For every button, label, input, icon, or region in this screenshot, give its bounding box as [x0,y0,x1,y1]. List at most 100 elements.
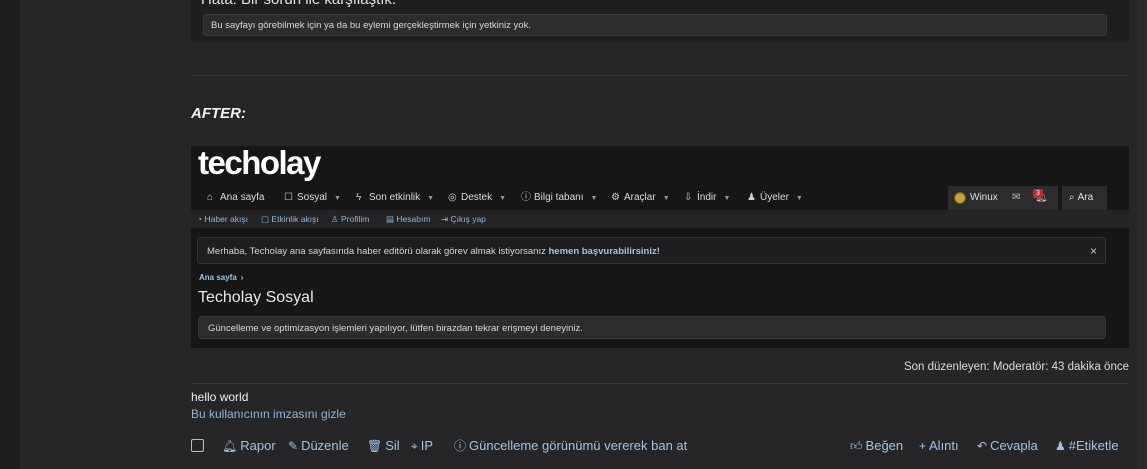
users-icon: ♟ [747,192,756,203]
search-button[interactable]: ⌕ Ara [1062,186,1107,210]
action-label: Alıntı [929,438,959,453]
chevron-down-icon[interactable]: ▼ [663,195,670,202]
nav-item-son-etkinlik[interactable]: ϟ Son etkinlik ▼ [356,186,434,210]
plus-icon: + [919,439,927,453]
page-title: Techolay Sosyal [198,289,314,306]
last-edited: Son düzenleyen: Moderatör: 43 dakika önc… [903,361,1129,373]
subnav-profilim[interactable]: ♙ Profilim [331,210,369,228]
subnav-label: Hesabım [396,214,431,224]
avatar[interactable] [954,192,966,204]
thumbs-up-icon: 👍︎ [850,439,863,453]
activity-icon: ▢ [261,214,272,224]
download-icon: ⇩ [684,192,693,203]
subnav-cikis-yap[interactable]: ⇥ Çıkış yap [441,210,486,228]
action-label: Rapor [240,438,276,453]
reply-icon: ↶ [977,439,988,453]
post-actions: 🔔︎ Rapor ✎ Düzenle 🗑︎ Sil ⌖ IP ⓘ Güncelleme g… [191,437,1129,457]
subnav-label: Çıkış yap [450,214,486,224]
warning-icon: ⓘ [454,439,467,453]
breadcrumb-home[interactable]: Ana sayfa [199,273,237,282]
nav-item-destek[interactable]: ◎ Destek ▼ [448,186,506,210]
lifebuoy-icon: ◎ [448,192,457,203]
subnav-label: Profilim [340,214,370,224]
nav-label: Araçlar [624,192,656,203]
nav-item-ana-sayfa[interactable]: ⌂ Ana sayfa [207,186,264,210]
chevron-down-icon[interactable]: ▼ [427,195,434,202]
before-error-block: Hata: Bir sorun ile karşılaştık. Bu sayf… [191,0,1129,42]
report-button[interactable]: 🔔︎ Rapor [222,437,276,455]
chevron-down-icon[interactable]: ▼ [590,195,597,202]
home-icon: ⌂ [207,192,214,203]
maintenance-message: Güncelleme ve optimizasyon işlemleri yap… [198,316,1106,339]
nav-item-bilgi-tabani[interactable]: ⓘ Bilgi tabanı ▼ [521,186,597,210]
chevron-down-icon[interactable]: ▼ [334,195,341,202]
after-label: AFTER: [191,105,246,122]
nav-label: Son etkinlik [369,192,421,203]
rss-icon: ◔ [197,214,205,224]
chat-icon: ☐ [284,192,293,203]
subnav-hesabim[interactable]: ▤ Hesabım [386,210,430,228]
action-label: Cevapla [990,438,1038,453]
user-menu[interactable]: Winux ✉ 🔔︎ 3 [948,186,1058,210]
notice-link[interactable]: hemen başvurabilirsiniz! [549,246,660,257]
action-label: Sil [385,438,400,453]
edit-button[interactable]: ✎ Düzenle [288,437,349,455]
nav-item-araclar[interactable]: ⚙ Araçlar ▼ [611,186,670,210]
mail-icon[interactable]: ✉ [1012,186,1020,210]
chevron-down-icon[interactable]: ▼ [796,195,803,202]
quote-button[interactable]: + Alıntı [919,437,959,455]
account-icon: ▤ [386,214,397,224]
hide-signature-link[interactable]: Bu kullanıcının imzasını gizle [191,407,346,421]
divider [191,383,1129,384]
nav-label: Sosyal [297,192,328,203]
nav-label: Bilgi tabanı [534,192,584,203]
notice-text: Merhaba, Techolay ana sayfasında haber e… [207,246,549,257]
trash-icon: 🗑︎ [367,439,383,453]
nav-item-indir[interactable]: ⇩ İndir ▼ [684,186,730,210]
like-button[interactable]: 👍︎ Beğen [850,437,903,455]
subnav-haber-akisi[interactable]: ◔ Haber akışı [197,210,248,228]
after-screenshot: techolay ⌂ Ana sayfa ☐ Sosyal ▼ ϟ Son etkinl… [191,144,1129,348]
select-checkbox[interactable] [191,439,204,452]
chevron-down-icon[interactable]: ▼ [723,195,730,202]
delete-button[interactable]: 🗑︎ Sil [367,437,400,455]
tag-button[interactable]: ♟ #Etiketle [1055,437,1119,455]
action-label: Beğen [865,438,904,453]
nav-label: Destek [461,192,493,203]
subnav-label: Haber akışı [204,214,248,224]
ban-button[interactable]: ⓘ Güncelleme görünümü vererek ban at [454,437,687,455]
close-icon[interactable]: × [1090,238,1097,265]
breadcrumb: Ana sayfa › [199,273,243,282]
search-label: Ara [1077,192,1094,203]
nav-label: Ana sayfa [220,192,265,203]
reply-button[interactable]: ↶ Cevapla [977,437,1038,455]
action-label: Düzenle [301,438,349,453]
right-edge [1137,0,1147,469]
chevron-down-icon[interactable]: ▼ [499,195,506,202]
ip-button[interactable]: ⌖ IP [411,437,433,455]
signature-text: hello world [191,390,249,404]
subnav-label: Etkinlik akışı [271,214,319,224]
gear-icon: ⚙ [611,192,620,203]
before-error-message: Bu sayfayı görebilmek için ya da bu eyle… [203,14,1107,36]
before-error-title: Hata: Bir sorun ile karşılaştık. [201,0,396,8]
left-edge [0,0,20,469]
nav-label: İndir [697,192,717,203]
chevron-right-icon: › [240,273,244,282]
bell-icon: 🔔︎ [222,439,238,453]
subnav-etkinlik-akisi[interactable]: ▢ Etkinlik akışı [261,210,319,228]
site-logo[interactable]: techolay [198,144,321,182]
nav-item-sosyal[interactable]: ☐ Sosyal ▼ [284,186,341,210]
nav-item-uyeler[interactable]: ♟ Üyeler ▼ [747,186,803,210]
sub-nav: ◔ Haber akışı ▢ Etkinlik akışı ♙ Profili… [191,210,1129,228]
user-sidebar [20,0,183,469]
alerts-badge: 3 [1033,189,1043,198]
bolt-icon: ϟ [356,192,362,203]
username[interactable]: Winux [970,186,998,210]
action-label: Güncelleme görünümü vererek ban at [469,438,688,453]
info-icon: ⓘ [521,192,531,203]
pencil-icon: ✎ [288,439,299,453]
profile-icon: ♙ [331,214,341,224]
nav-label: Üyeler [760,192,789,203]
notice-banner: Merhaba, Techolay ana sayfasında haber e… [197,237,1106,264]
